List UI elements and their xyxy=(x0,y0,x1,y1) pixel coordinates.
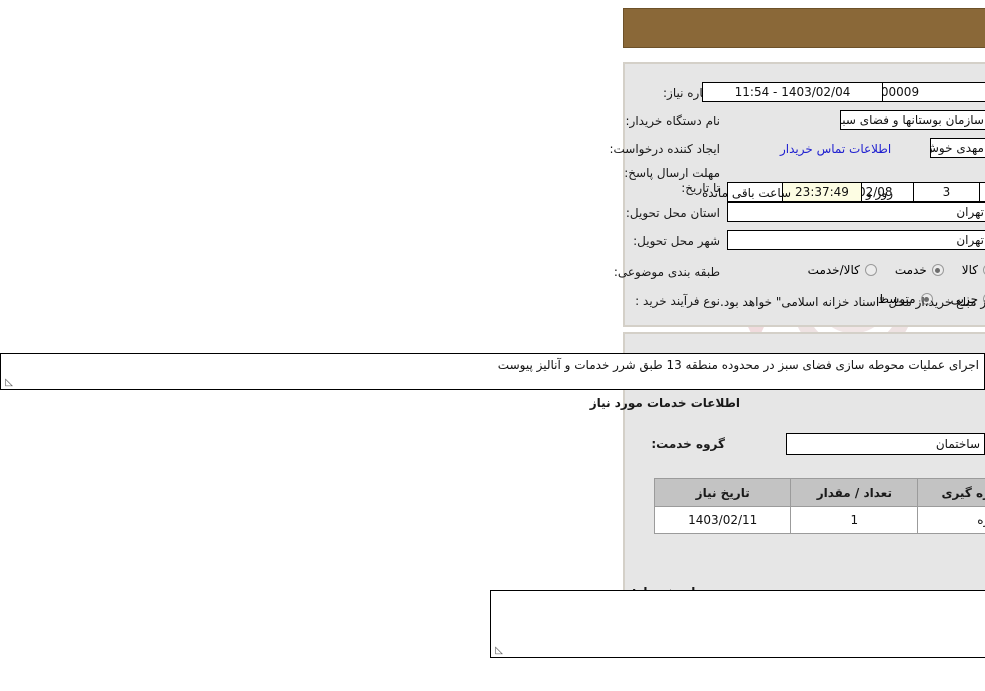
province-label: استان محل تحویل: xyxy=(16,206,110,220)
category-radio-icon-0[interactable] xyxy=(373,264,385,276)
deadline-hour-label: ساعت xyxy=(392,186,425,200)
announce-datetime-label: تاریخ و ساعت اعلان عمومی: xyxy=(535,86,680,100)
province-value: تهران xyxy=(117,202,379,222)
buyer-note-line: بارگذاری اسناد شرکت در سامانه جهت رویت ک… xyxy=(0,628,859,645)
buyer-org-label: نام دستگاه خریدار: xyxy=(16,114,111,128)
table-header-cell: تاریخ نیاز xyxy=(45,479,181,507)
announce-datetime-value: 1403/02/04 - 11:54 xyxy=(92,82,273,102)
category-radio-icon-2[interactable] xyxy=(255,264,267,276)
buyer-org-value: سازمان بوستانها و فضای سبز شهر تهران xyxy=(230,110,379,130)
category-radio-icon-1[interactable] xyxy=(322,264,334,276)
remaining-days-label: روز و xyxy=(256,186,283,200)
city-label: شهر محل تحویل: xyxy=(23,234,110,248)
city-value: تهران xyxy=(117,230,379,250)
category-option-label-2: کالا/خدمت xyxy=(198,263,250,277)
remaining-time-value: 23:37:49 xyxy=(172,182,252,202)
page-header-bar: جزئیات اطلاعات نیاز xyxy=(13,8,972,48)
table-cell: ج-44 xyxy=(783,507,890,534)
table-header-cell: نام خدمت xyxy=(455,479,783,507)
table-cell: 1 xyxy=(890,507,941,534)
table-header-row: ردیف کد خدمت نام خدمت واحد اندازه گیری تعداد… xyxy=(45,479,941,507)
process-label: نوع فرآیند خرید : xyxy=(25,294,110,308)
table-cell: 1 xyxy=(181,507,308,534)
table-row: 1 ج-44 انجام کارهای متفرقه درخصوص بازسازی … xyxy=(45,507,941,534)
category-option-0[interactable]: کالا xyxy=(352,263,385,277)
remaining-days-value: 3 xyxy=(303,182,370,202)
requester-value: مهدی خوش سیما مسئول خرید سازمان بوستانها… xyxy=(320,138,379,158)
category-option-2[interactable]: کالا/خدمت xyxy=(198,263,267,277)
table-header-cell: کد خدمت xyxy=(783,479,890,507)
remaining-time-label: ساعت باقی مانده xyxy=(92,186,181,200)
category-option-label-1: خدمت xyxy=(285,263,317,277)
category-label: طبقه بندی موضوعی: xyxy=(4,265,110,279)
table-cell: انجام کارهای متفرقه درخصوص بازسازی و بهس… xyxy=(455,507,783,534)
general-desc-textarea[interactable]: اجرای عملیات محوطه سازی فضای سبز در محدو… xyxy=(0,353,375,390)
requester-label: ایجاد کننده درخواست: xyxy=(0,142,110,156)
table-cell: 1403/02/11 xyxy=(45,507,181,534)
buyer-note-line: گواهی صلاحیت پیمانکاری و hse جهت عقد قرا… xyxy=(0,611,859,628)
table-header-cell: تعداد / مقدار xyxy=(181,479,308,507)
category-option-1[interactable]: خدمت xyxy=(285,263,334,277)
print-button[interactable]: چاپ xyxy=(397,648,465,670)
buyer-notes-content: اجرای عملیات محوطه سازی فضای سبز در محدو… xyxy=(0,594,859,645)
table-header-cell: واحد اندازه گیری xyxy=(308,479,455,507)
payment-note: پرداخت تمام یا بخشی از مبلغ خرید،از محل … xyxy=(110,295,493,309)
service-group-label: گروه خدمت: xyxy=(41,437,115,451)
table-cell: پروژه xyxy=(308,507,455,534)
buyer-contact-link[interactable]: اطلاعات تماس خریدار xyxy=(170,142,281,156)
deadline-hour-value: 13:00 xyxy=(433,182,533,202)
services-section-title: اطلاعات خدمات مورد نیاز xyxy=(0,396,130,410)
buyer-note-line: اجرای عملیات محوطه سازی فضای سبز در محدو… xyxy=(0,594,859,611)
back-button[interactable]: بازگشت xyxy=(472,648,550,670)
category-radio-group[interactable]: کالا خدمت کالا/خدمت xyxy=(180,263,385,277)
table-header-cell: ردیف xyxy=(890,479,941,507)
page-title: جزئیات اطلاعات نیاز xyxy=(846,20,957,35)
services-table: ردیف کد خدمت نام خدمت واحد اندازه گیری تعداد… xyxy=(44,478,941,534)
category-option-label-0: کالا xyxy=(352,263,368,277)
service-group-value: ساختمان xyxy=(176,433,375,455)
general-desc-value: اجرای عملیات محوطه سازی فضای سبز در محدو… xyxy=(0,358,369,372)
